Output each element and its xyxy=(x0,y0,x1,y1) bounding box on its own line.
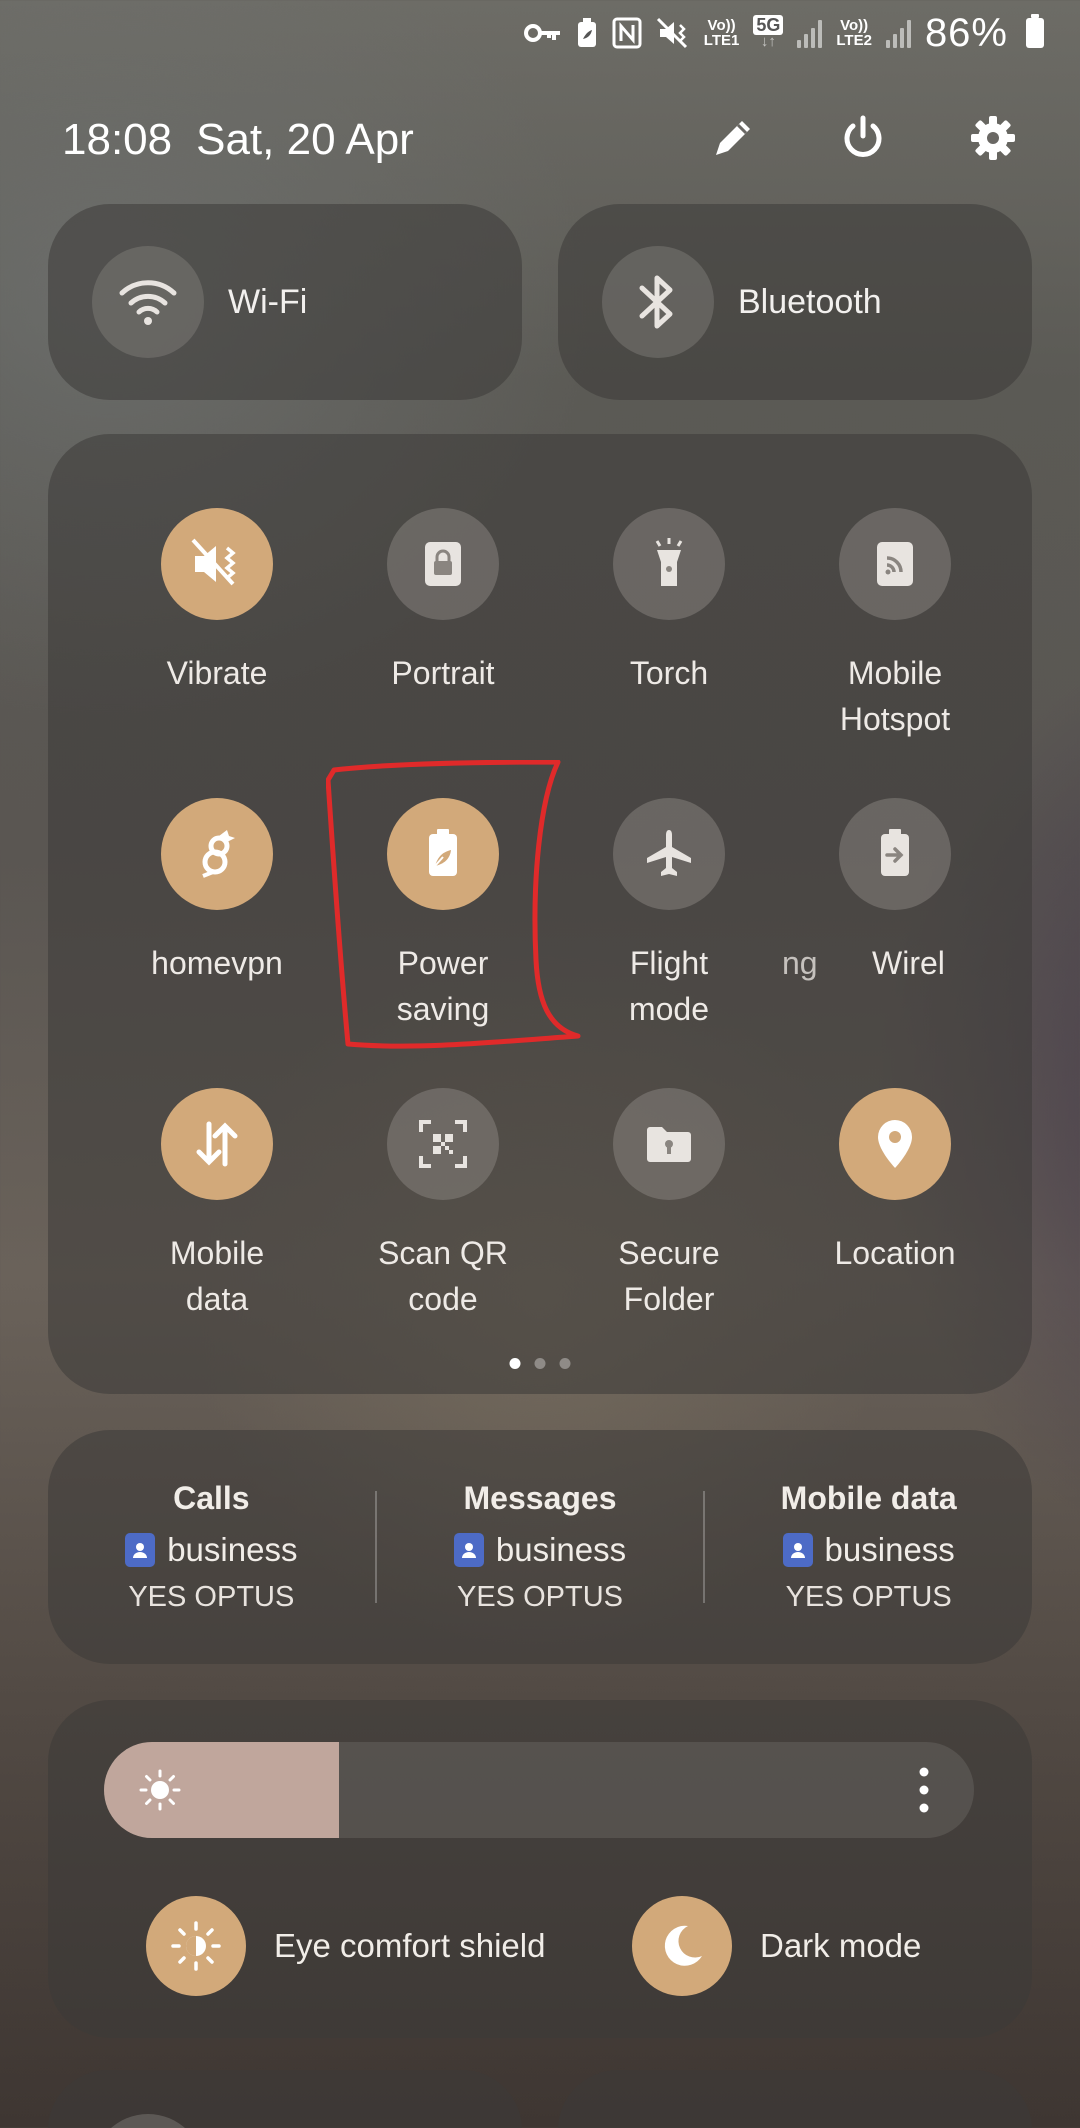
tile-wireless-powershare[interactable]: ng Wirel xyxy=(782,798,1008,1058)
clock: 18:08 xyxy=(62,115,173,164)
torch-icon xyxy=(613,508,725,620)
tile-homevpn[interactable]: homevpn xyxy=(104,798,330,1058)
vibrate-icon xyxy=(161,508,273,620)
secure-folder-icon xyxy=(613,1088,725,1200)
battery-percent: 86% xyxy=(924,10,1008,55)
sim-profile-icon xyxy=(782,1533,813,1567)
page-dot-1[interactable] xyxy=(509,1358,521,1369)
battery-icon xyxy=(1026,14,1044,48)
sim-messages[interactable]: Messages business YES OPTUS xyxy=(377,1480,704,1614)
tile-label-overflow-left: ng xyxy=(782,945,818,981)
sun-icon xyxy=(138,1768,182,1817)
brightness-panel: Eye comfort shield Dark mode xyxy=(48,1700,1032,2038)
vpn-key-icon xyxy=(523,16,562,50)
sim-profile-icon xyxy=(125,1533,156,1567)
airplane-icon xyxy=(613,798,725,910)
page-dot-3[interactable] xyxy=(559,1358,571,1369)
portrait-lock-icon xyxy=(387,508,499,620)
tile-torch[interactable]: Torch xyxy=(556,508,782,768)
tile-location[interactable]: Location xyxy=(782,1088,1008,1348)
power-icon[interactable] xyxy=(838,113,888,168)
wifi-tile[interactable]: Wi-Fi xyxy=(48,204,522,400)
wifi-label: Wi-Fi xyxy=(228,282,308,321)
mobile-data-icon xyxy=(161,1088,273,1200)
tile-label-overflow-right: Wirel xyxy=(872,945,945,981)
eye-comfort-shield-toggle[interactable]: Eye comfort shield xyxy=(146,1896,545,1996)
brightness-slider[interactable] xyxy=(104,1742,974,1838)
tile-portrait[interactable]: Portrait xyxy=(330,508,556,768)
location-icon xyxy=(839,1088,951,1200)
sim-manager-panel[interactable]: Calls business YES OPTUS Messages busine… xyxy=(48,1430,1032,1664)
tile-scan-qr[interactable]: Scan QR code xyxy=(330,1088,556,1348)
wireless-share-icon xyxy=(839,798,951,910)
network-badge: 5G xyxy=(753,14,784,35)
sim-mobile-data[interactable]: Mobile data business YES OPTUS xyxy=(705,1480,1032,1614)
edit-pencil-icon[interactable] xyxy=(708,113,758,168)
bottom-panel-left[interactable] xyxy=(48,2070,522,2128)
bluetooth-icon xyxy=(602,246,714,358)
dark-mode-toggle[interactable]: Dark mode xyxy=(632,1896,921,1996)
red-annotation-outline xyxy=(326,760,581,1049)
tile-mobile-hotspot[interactable]: Mobile Hotspot xyxy=(782,508,1008,768)
sim-calls[interactable]: Calls business YES OPTUS xyxy=(48,1480,375,1614)
eye-comfort-icon xyxy=(146,1896,246,1996)
tile-flight-mode[interactable]: Flight mode xyxy=(556,798,782,1058)
more-vertical-icon[interactable] xyxy=(918,1766,930,1819)
bottom-panel-right[interactable] xyxy=(558,2070,1032,2128)
sim-profile-icon xyxy=(453,1533,484,1567)
status-bar: Vo)) LTE1 5G ↓↑ Vo)) LTE2 86% xyxy=(523,8,1044,58)
qr-scan-icon xyxy=(387,1088,499,1200)
vibrate-status-icon xyxy=(656,16,690,50)
datetime: 18:08 Sat, 20 Apr xyxy=(62,115,414,165)
battery-saver-status-icon xyxy=(576,16,598,50)
bluetooth-label: Bluetooth xyxy=(738,282,882,321)
page-indicator xyxy=(509,1358,571,1369)
tile-mobile-data[interactable]: Mobile data xyxy=(104,1088,330,1348)
hotspot-icon xyxy=(839,508,951,620)
tile-secure-folder[interactable]: Secure Folder xyxy=(556,1088,782,1348)
wifi-icon xyxy=(92,246,204,358)
page-dot-2[interactable] xyxy=(534,1358,546,1369)
bottom-panel-icon xyxy=(92,2114,204,2128)
nfc-icon xyxy=(612,16,642,50)
wireguard-icon xyxy=(161,798,273,910)
moon-icon xyxy=(632,1896,732,1996)
signal-sim2-icon xyxy=(885,18,911,48)
signal-sim1-icon xyxy=(797,18,823,48)
bluetooth-tile[interactable]: Bluetooth xyxy=(558,204,1032,400)
date: Sat, 20 Apr xyxy=(196,115,414,164)
tile-vibrate[interactable]: Vibrate xyxy=(104,508,330,768)
qs-header: 18:08 Sat, 20 Apr xyxy=(62,100,1018,180)
settings-gear-icon[interactable] xyxy=(968,113,1018,168)
